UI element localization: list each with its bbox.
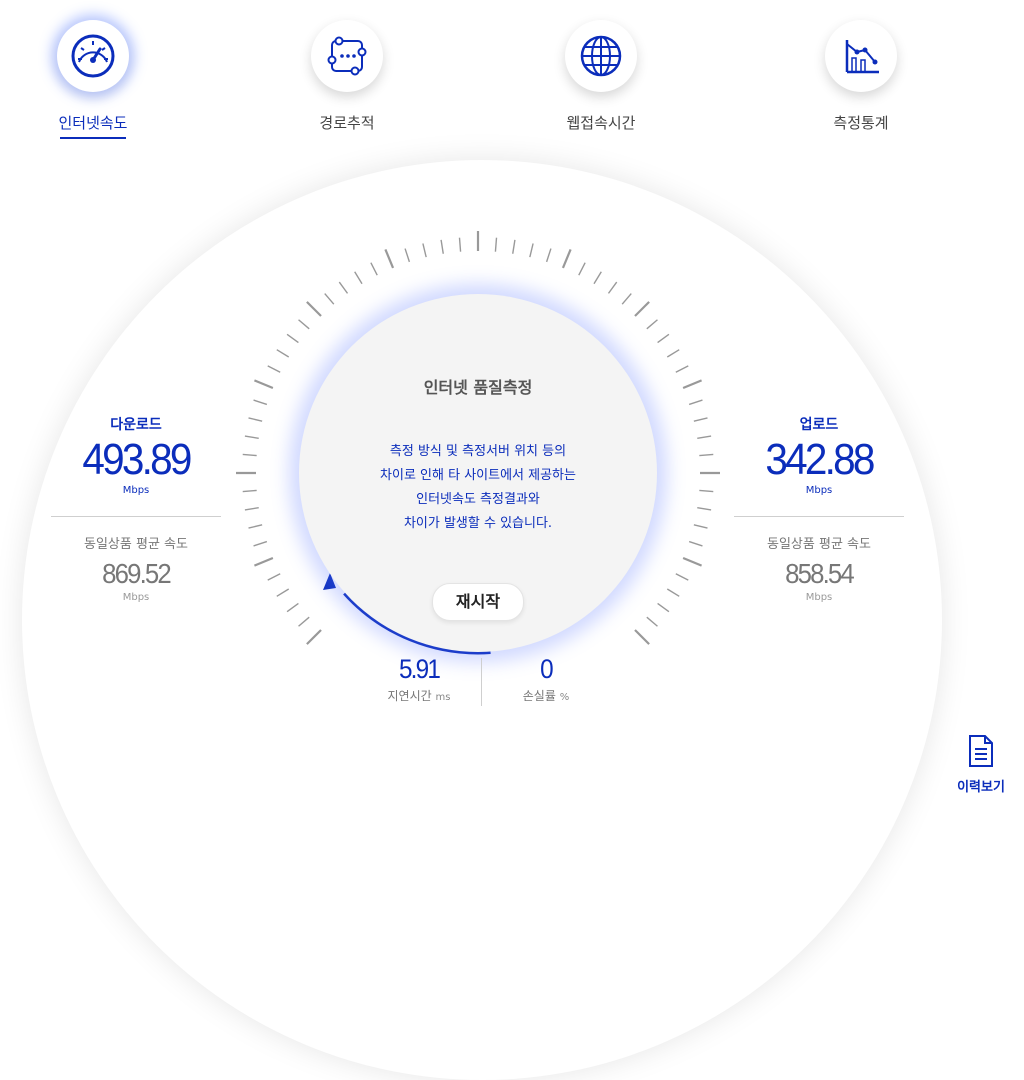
loss-label-row: 손실률 % xyxy=(486,687,606,704)
gauge-tick xyxy=(458,237,462,252)
download-avg-unit: Mbps xyxy=(122,592,150,603)
gauge-tick xyxy=(254,379,274,390)
gauge-tick xyxy=(697,507,712,511)
gauge-tick xyxy=(621,293,632,305)
gauge-tick xyxy=(248,417,263,422)
center-dial: 인터넷 품질측정 측정 방식 및 측정서버 위치 등의 차이로 인해 타 사이트… xyxy=(299,294,657,652)
gauge-tick xyxy=(286,333,299,344)
history-button[interactable]: 이력보기 xyxy=(946,734,1016,795)
latency-label-row: 지연시간 ms xyxy=(359,687,479,704)
latency-unit: ms xyxy=(435,692,451,703)
gauge-tick xyxy=(657,333,670,344)
gauge-tick xyxy=(529,243,534,258)
download-avg-label: 동일상품 평균 속도 xyxy=(84,537,188,552)
notice-line: 차이가 발생할 수 있습니다. xyxy=(403,516,553,531)
gauge-tick xyxy=(354,271,363,285)
download-avg-speed: 869.52 xyxy=(102,558,172,589)
gauge-tick xyxy=(253,540,268,547)
gauge-tick xyxy=(267,573,281,581)
gauge-tick xyxy=(561,249,572,269)
gauge-tick xyxy=(254,556,274,567)
gauge-tick xyxy=(646,616,658,627)
latency-stat: 5.91 지연시간 ms xyxy=(359,654,479,704)
gauge-tick xyxy=(693,417,708,422)
gauge-tick xyxy=(306,629,322,645)
gauge-tick xyxy=(422,243,427,258)
gauge-tick xyxy=(682,556,702,567)
history-label: 이력보기 xyxy=(957,780,1005,795)
gauge-tick xyxy=(634,301,650,317)
loss-label: 손실률 xyxy=(522,689,556,703)
gauge-tick xyxy=(404,248,411,263)
upload-unit: Mbps xyxy=(805,485,833,496)
gauge-tick xyxy=(607,281,618,294)
gauge-tick xyxy=(298,616,310,627)
restart-button[interactable]: 재시작 xyxy=(432,583,524,621)
gauge-tick xyxy=(666,349,680,358)
notice-line: 측정 방식 및 측정서버 위치 등의 xyxy=(389,444,567,459)
gauge-tick xyxy=(440,239,444,254)
gauge-tick xyxy=(666,588,680,597)
loss-unit: % xyxy=(559,692,570,703)
gauge-tick xyxy=(682,379,702,390)
gauge-tick xyxy=(253,399,268,406)
gauge-tick xyxy=(286,602,299,613)
gauge-tick xyxy=(675,365,689,373)
loss-value: 0 xyxy=(540,654,554,684)
download-title: 다운로드 xyxy=(110,417,162,433)
gauge-tick xyxy=(646,319,658,330)
notice-message: 측정 방식 및 측정서버 위치 등의 차이로 인해 타 사이트에서 제공하는 인… xyxy=(299,440,657,536)
latency-value: 5.91 xyxy=(398,654,441,684)
loss-stat: 0 손실률 % xyxy=(486,654,606,704)
gauge-tick xyxy=(697,435,712,439)
download-speed: 493.89 xyxy=(82,435,192,484)
gauge-tick xyxy=(306,301,322,317)
upload-avg-speed: 858.54 xyxy=(785,558,855,589)
gauge-tick xyxy=(324,293,335,305)
gauge-tick xyxy=(699,489,714,493)
gauge-tick xyxy=(242,453,257,457)
notice-line: 차이로 인해 타 사이트에서 제공하는 xyxy=(380,468,576,483)
gauge-tick xyxy=(494,237,498,252)
divider xyxy=(51,516,221,517)
gauge-tick xyxy=(248,524,263,529)
gauge-tick xyxy=(298,319,310,330)
gauge-tick xyxy=(699,453,714,457)
gauge-tick xyxy=(657,602,670,613)
gauge-tick xyxy=(693,524,708,529)
gauge-tick xyxy=(267,365,281,373)
upload-avg-label: 동일상품 평균 속도 xyxy=(767,537,871,552)
gauge-tick xyxy=(276,588,290,597)
latency-label: 지연시간 xyxy=(387,689,432,703)
gauge-tick xyxy=(384,249,395,269)
gauge-tick xyxy=(578,262,586,276)
gauge-tick xyxy=(545,248,552,263)
divider xyxy=(734,516,904,517)
gauge-tick xyxy=(244,507,259,511)
gauge-tick xyxy=(593,271,602,285)
gauge-tick xyxy=(370,262,378,276)
gauge-tick xyxy=(276,349,290,358)
notice-line: 인터넷속도 측정결과와 xyxy=(416,492,540,507)
upload-panel: 업로드 342.88 Mbps 동일상품 평균 속도 858.54 Mbps xyxy=(734,414,904,603)
gauge-tick xyxy=(675,573,689,581)
upload-speed: 342.88 xyxy=(765,435,875,484)
stat-divider xyxy=(481,658,482,706)
gauge-tick xyxy=(242,489,257,493)
download-unit: Mbps xyxy=(122,485,150,496)
gauge-tick xyxy=(634,629,650,645)
center-title: 인터넷 품질측정 xyxy=(423,378,533,397)
gauge-tick xyxy=(338,281,349,294)
gauge-tick xyxy=(688,540,703,547)
upload-avg-unit: Mbps xyxy=(805,592,833,603)
upload-title: 업로드 xyxy=(799,417,839,433)
gauge-tick xyxy=(244,435,259,439)
download-panel: 다운로드 493.89 Mbps 동일상품 평균 속도 869.52 Mbps xyxy=(51,414,221,603)
document-icon xyxy=(969,735,993,767)
gauge-tick xyxy=(512,239,516,254)
gauge-tick xyxy=(688,399,703,406)
